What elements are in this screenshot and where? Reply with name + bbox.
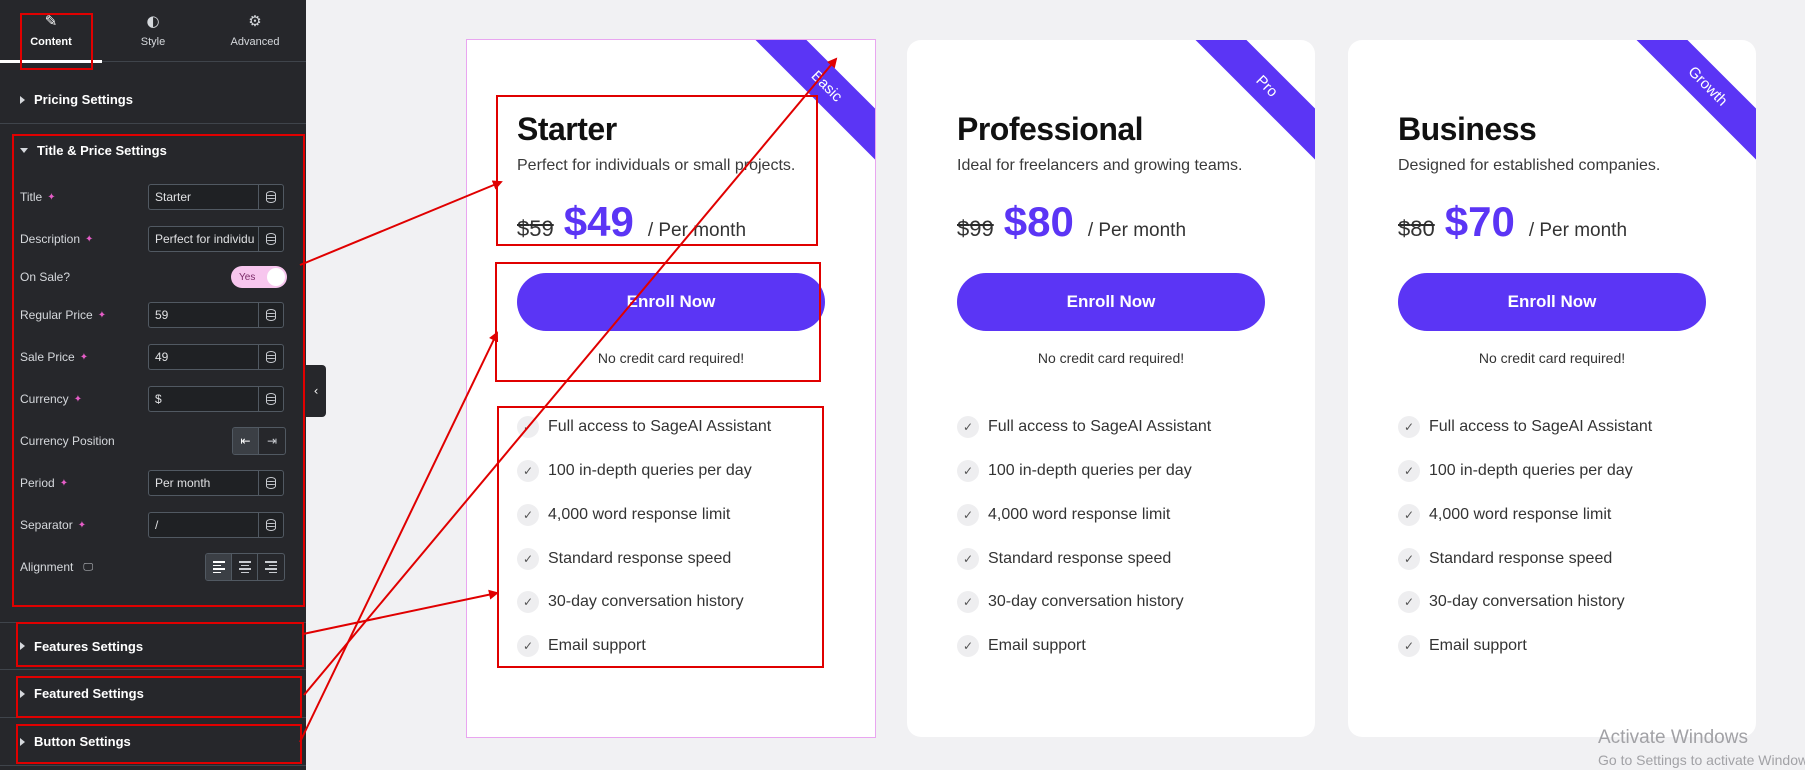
arrow-featured-to-ribbon	[303, 57, 838, 696]
arrow-features-to-card	[302, 589, 499, 635]
arrow-button-to-card	[299, 331, 499, 743]
annotation-arrows	[299, 57, 838, 743]
arrow-title-to-card	[299, 180, 503, 266]
